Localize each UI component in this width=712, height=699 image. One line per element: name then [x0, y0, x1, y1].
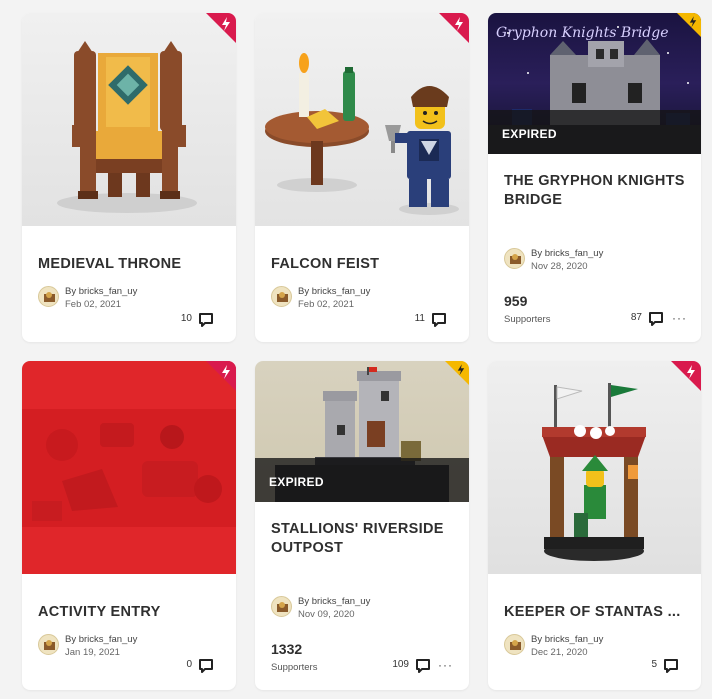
more-options-icon[interactable]: ···: [438, 658, 453, 672]
avatar[interactable]: [38, 286, 59, 307]
author-name[interactable]: By bricks_fan_uy: [65, 634, 137, 645]
supporter-count: 959: [504, 293, 528, 309]
project-image[interactable]: [488, 361, 701, 574]
author-info[interactable]: By bricks_fan_uy Feb 02, 2021: [38, 286, 218, 310]
lightning-icon: [671, 361, 701, 391]
author-name[interactable]: By bricks_fan_uy: [298, 596, 370, 607]
supporter-label: Supporters: [504, 314, 551, 325]
comment-icon: [432, 313, 446, 327]
comment-icon: [416, 659, 430, 673]
comment-button[interactable]: 11: [387, 312, 447, 328]
comment-icon: [199, 313, 213, 327]
project-card[interactable]: KEEPER OF STANTAS ... By bricks_fan_uy D…: [488, 361, 701, 690]
image-caption: Gryphon Knights Bridge: [496, 25, 669, 41]
project-image[interactable]: [22, 13, 236, 226]
project-image[interactable]: [255, 13, 469, 226]
post-date: Feb 02, 2021: [65, 299, 121, 310]
lightning-icon: [206, 13, 236, 43]
supporter-count: 1332: [271, 641, 303, 657]
comment-button[interactable]: 5: [619, 658, 679, 674]
comment-icon: [199, 659, 213, 673]
author-info[interactable]: By bricks_fan_uy Nov 28, 2020: [504, 248, 684, 272]
avatar[interactable]: [504, 634, 525, 655]
comment-count: 5: [651, 659, 657, 670]
project-title[interactable]: STALLIONS' RIVERSIDE OUTPOST: [271, 520, 455, 558]
comment-count: 10: [180, 313, 192, 324]
author-name[interactable]: By bricks_fan_uy: [531, 634, 603, 645]
avatar[interactable]: [504, 248, 525, 269]
lightning-icon: [445, 361, 469, 385]
avatar[interactable]: [38, 634, 59, 655]
comment-count: 109: [392, 659, 409, 670]
project-image[interactable]: [22, 361, 236, 574]
author-name[interactable]: By bricks_fan_uy: [65, 286, 137, 297]
comment-icon: [664, 659, 678, 673]
comment-count: 11: [414, 313, 425, 324]
more-options-icon[interactable]: ···: [672, 311, 687, 325]
comment-button[interactable]: 109: [371, 658, 431, 674]
project-image[interactable]: EXPIRED: [255, 361, 469, 502]
project-card[interactable]: Gryphon Knights Bridge EXPIRED THE GRYPH…: [488, 13, 701, 342]
author-name[interactable]: By bricks_fan_uy: [298, 286, 370, 297]
project-card[interactable]: ACTIVITY ENTRY By bricks_fan_uy Jan 19, …: [22, 361, 236, 690]
comment-button[interactable]: 10: [154, 312, 214, 328]
project-image[interactable]: Gryphon Knights Bridge EXPIRED: [488, 13, 701, 154]
expired-banner: EXPIRED: [255, 458, 469, 502]
supporter-label: Supporters: [271, 662, 318, 673]
post-date: Jan 19, 2021: [65, 647, 120, 658]
author-info[interactable]: By bricks_fan_uy Nov 09, 2020: [271, 596, 451, 620]
comment-count: 0: [186, 659, 192, 670]
author-info[interactable]: By bricks_fan_uy Dec 21, 2020: [504, 634, 684, 658]
post-date: Nov 28, 2020: [531, 261, 588, 272]
project-card[interactable]: FALCON FEIST By bricks_fan_uy Feb 02, 20…: [255, 13, 469, 342]
project-title[interactable]: THE GRYPHON KNIGHTS BRIDGE: [504, 172, 687, 210]
lightning-icon: [439, 13, 469, 43]
comment-count: 87: [630, 312, 642, 323]
lightning-icon: [206, 361, 236, 391]
avatar[interactable]: [271, 286, 292, 307]
project-card[interactable]: EXPIRED STALLIONS' RIVERSIDE OUTPOST By …: [255, 361, 469, 690]
project-title[interactable]: MEDIEVAL THRONE: [38, 255, 222, 274]
lightning-icon: [677, 13, 701, 37]
author-info[interactable]: By bricks_fan_uy Feb 02, 2021: [271, 286, 451, 310]
author-name[interactable]: By bricks_fan_uy: [531, 248, 603, 259]
project-title[interactable]: FALCON FEIST: [271, 255, 455, 274]
project-title[interactable]: ACTIVITY ENTRY: [38, 603, 222, 622]
comment-button[interactable]: 87: [604, 311, 664, 327]
project-card[interactable]: MEDIEVAL THRONE By bricks_fan_uy Feb 02,…: [22, 13, 236, 342]
post-date: Nov 09, 2020: [298, 609, 355, 620]
author-info[interactable]: By bricks_fan_uy Jan 19, 2021: [38, 634, 218, 658]
expired-banner: EXPIRED: [488, 110, 701, 154]
comment-button[interactable]: 0: [154, 658, 214, 674]
post-date: Dec 21, 2020: [531, 647, 588, 658]
post-date: Feb 02, 2021: [298, 299, 354, 310]
avatar[interactable]: [271, 596, 292, 617]
comment-icon: [649, 312, 663, 326]
project-title[interactable]: KEEPER OF STANTAS ...: [504, 603, 687, 622]
